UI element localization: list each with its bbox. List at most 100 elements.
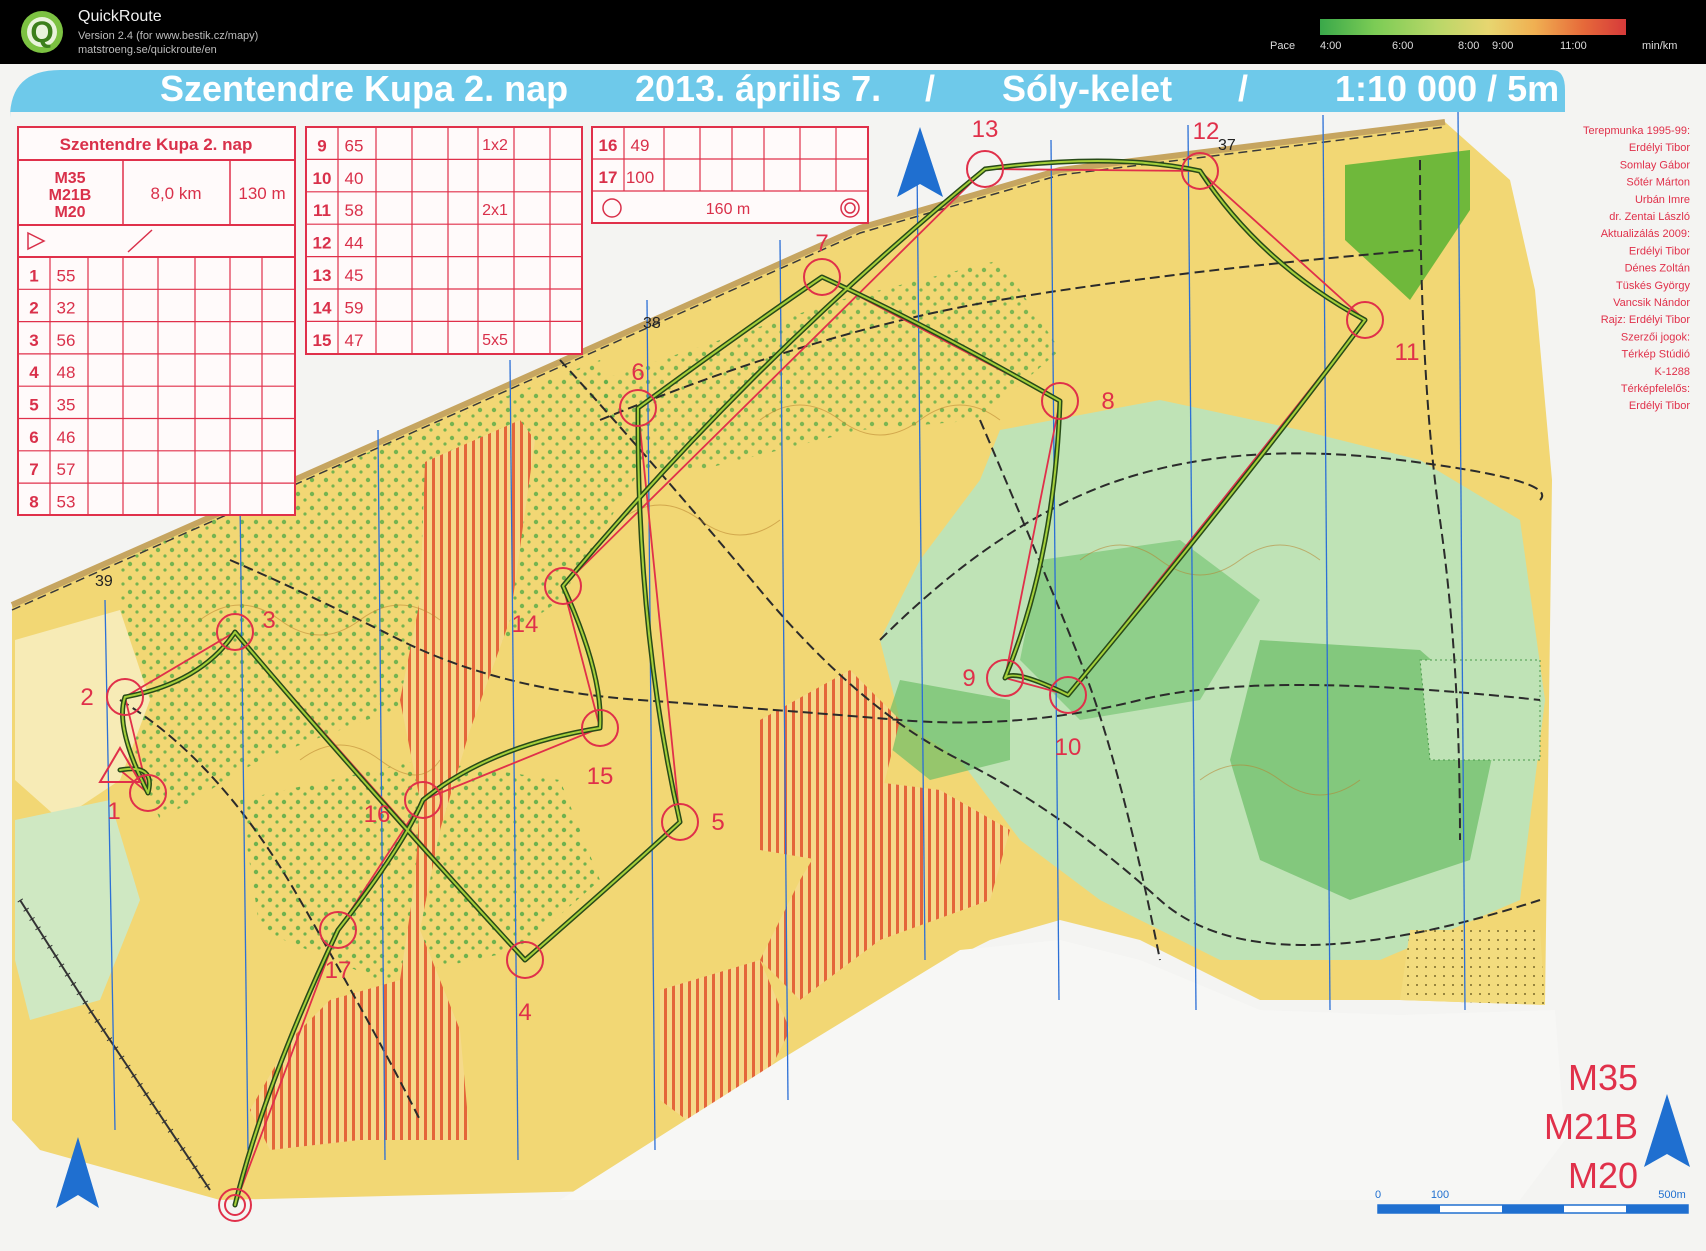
control-number: 2 [29,299,38,318]
control-number: 17 [599,168,618,187]
control-code: 48 [57,363,76,382]
sheet-class: M35 [54,170,85,187]
grid-number: 37 [1218,137,1236,154]
control-number: 1 [29,266,38,285]
control-number: 13 [313,266,332,285]
sheet-title: Szentendre Kupa 2. nap [60,135,253,154]
control-label: 2 [80,684,93,711]
app-version: Version 2.4 (for www.bestik.cz/mapy) [78,30,259,42]
credit-line: Erdélyi Tibor [1629,245,1690,257]
control-code: 100 [626,168,654,187]
map-header-banner: Szentendre Kupa 2. nap 2013. április 7. … [10,68,1565,118]
control-number: 7 [29,460,38,479]
pace-label: Pace [1270,40,1296,52]
pace-tick: 6:00 [1392,40,1414,52]
app-title: QuickRoute [78,8,162,25]
dimension-text: 5x5 [482,332,508,349]
control-number: 5 [29,396,38,415]
control-code: 46 [57,428,76,447]
control-label: 8 [1101,388,1114,415]
control-label: 7 [815,230,828,257]
credit-line: Szerzői jogok: [1621,331,1690,343]
sheet-class: M20 [54,204,85,221]
control-code: 47 [345,331,364,350]
dimension-text: 2x1 [482,202,508,219]
control-number: 9 [317,136,326,155]
control-label: 5 [711,809,724,836]
map-area-name: Sóly-kelet [1002,68,1172,109]
control-label: 15 [587,763,614,790]
quickroute-title-bar: Q QuickRoute Version 2.4 (for www.bestik… [0,0,1706,64]
control-label: 13 [972,116,999,143]
control-number: 10 [313,169,332,188]
control-label: 14 [512,611,539,638]
control-label: 16 [364,801,391,828]
control-code: 56 [57,331,76,350]
course-class: M35 [1568,1057,1638,1098]
svg-text:Q: Q [30,16,53,49]
pace-tick: 8:00 [1458,40,1480,52]
credit-line: dr. Zentai László [1609,211,1690,223]
control-label: 1 [107,798,120,825]
scale-label: 100 [1431,1189,1449,1201]
control-label: 4 [518,999,531,1026]
control-code: 32 [57,299,76,318]
control-number: 15 [313,331,332,350]
control-code: 35 [57,396,76,415]
credit-line: Vancsik Nándor [1613,297,1690,309]
control-label: 12 [1193,118,1220,145]
control-code: 59 [345,298,364,317]
control-label: 10 [1055,734,1082,761]
credit-line: Aktualizálás 2009: [1601,228,1690,240]
dimension-text: 1x2 [482,137,508,154]
credit-line: Erdélyi Tibor [1629,142,1690,154]
control-code: 53 [57,492,76,511]
pace-unit: min/km [1642,40,1678,52]
grid-number: 38 [643,315,661,332]
sheet-class: M21B [49,187,92,204]
sheet-climb: 130 m [238,184,285,203]
control-code: 45 [345,266,364,285]
credit-line: Somlay Gábor [1620,159,1691,171]
control-code: 44 [345,234,364,253]
control-code: 49 [631,136,650,155]
pace-tick: 9:00 [1492,40,1514,52]
credit-line: Tüskés György [1616,280,1690,292]
control-label: 11 [1395,339,1420,366]
scale-label: 0 [1375,1189,1381,1201]
finish-distance: 160 m [706,201,750,218]
control-label: 17 [325,957,352,984]
sheet-length: 8,0 km [150,184,201,203]
control-number: 8 [29,492,38,511]
control-code: 58 [345,201,364,220]
credit-line: Urbán Imre [1635,194,1690,206]
credit-line: Terepmunka 1995-99: [1583,125,1690,137]
credit-line: Térképfelelős: [1621,383,1690,395]
pace-legend: Pace 4:00 6:00 8:00 9:00 11:00 min/km [1270,18,1700,58]
control-code: 65 [345,136,364,155]
control-number: 12 [313,234,332,253]
pace-color-bar [1320,19,1626,35]
app-url: matstroeng.se/quickroute/en [78,44,217,56]
credit-line: Dénes Zoltán [1625,263,1690,275]
pace-tick: 4:00 [1320,40,1342,52]
control-label: 9 [962,665,975,692]
map-separator: / [1238,68,1248,109]
quickroute-logo-icon: Q [21,11,63,53]
control-number: 4 [29,363,39,382]
credit-line: Térkép Stúdió [1622,349,1690,361]
control-code: 57 [57,460,76,479]
credit-line: Erdélyi Tibor [1629,400,1690,412]
credit-line: Rajz: Erdélyi Tibor [1601,314,1691,326]
control-number: 11 [313,201,331,220]
map-separator: / [925,68,935,109]
pace-tick: 11:00 [1560,40,1587,52]
credit-line: K-1288 [1655,366,1690,378]
course-class: M21B [1544,1106,1638,1147]
control-number: 16 [599,136,618,155]
control-number: 3 [29,331,38,350]
control-label: 3 [262,607,275,634]
orienteering-map[interactable]: Szentendre Kupa 2. nap 2013. április 7. … [0,64,1706,1251]
control-number: 14 [313,298,332,317]
control-label: 6 [631,359,644,386]
